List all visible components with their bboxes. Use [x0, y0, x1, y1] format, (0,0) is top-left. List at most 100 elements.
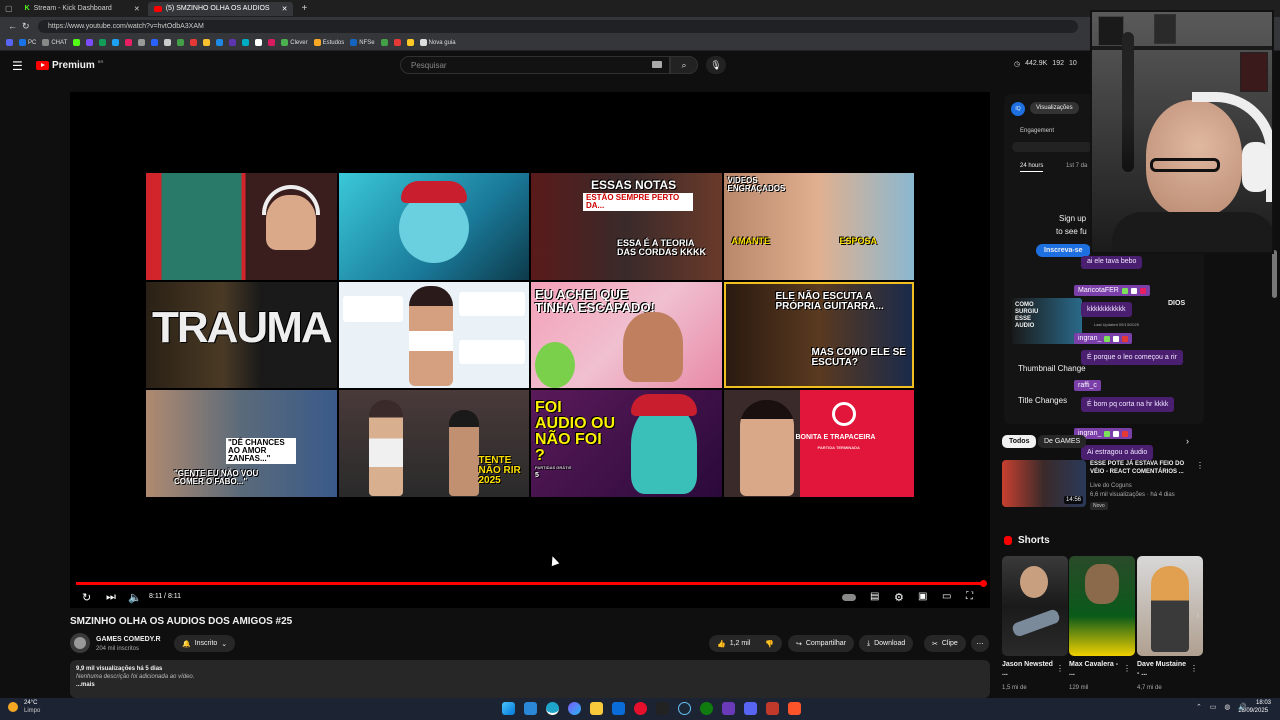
bookmark-icon[interactable]	[164, 39, 172, 46]
video-progress-bar[interactable]	[76, 582, 984, 585]
more-vert-icon[interactable]: ⋮	[1123, 664, 1131, 673]
close-icon[interactable]: ✕	[282, 5, 288, 13]
bookmark-estudos[interactable]: Estudos	[313, 39, 344, 46]
short-title[interactable]: Max Cavalera - ...	[1069, 661, 1121, 679]
fullscreen-icon[interactable]: ⛶	[966, 591, 973, 602]
short-title[interactable]: Jason Newsted ...	[1002, 661, 1054, 679]
channel-name[interactable]: GAMES COMEDY.R	[96, 636, 161, 643]
autoplay-toggle[interactable]	[842, 594, 856, 601]
xbox-icon[interactable]	[700, 702, 713, 715]
weather-icon[interactable]	[8, 702, 18, 712]
edge-icon[interactable]	[546, 702, 559, 715]
bookmark-icon[interactable]	[393, 39, 401, 46]
search-button[interactable]: ⌕	[670, 56, 698, 74]
steam-icon[interactable]	[678, 702, 691, 715]
title-changes[interactable]: Title Changes	[1018, 396, 1067, 405]
like-button[interactable]: 👍 1,2 mil	[709, 635, 759, 652]
bookmark-icon[interactable]	[203, 39, 211, 46]
bookmark-icon[interactable]	[406, 39, 414, 46]
widgets-icon[interactable]	[524, 702, 537, 715]
signup-button[interactable]: Inscreva-se	[1036, 244, 1091, 257]
bookmark-kick-icon[interactable]	[73, 39, 81, 46]
volume-icon[interactable]: 🔈	[128, 591, 142, 604]
window-icon[interactable]: ▢	[5, 4, 13, 13]
thumbnail-changes[interactable]: Thumbnail Change	[1018, 364, 1086, 373]
download-button[interactable]: ⤓ Download	[859, 635, 914, 652]
bookmark-icon[interactable]	[190, 39, 198, 46]
bookmark-pc[interactable]: PC	[19, 39, 36, 46]
taskbar-time[interactable]: 18:03	[1256, 700, 1271, 706]
search-input[interactable]: Pesquisar	[400, 56, 670, 74]
clip-button[interactable]: ✂ Clipe	[924, 635, 966, 652]
folder-icon[interactable]	[590, 702, 603, 715]
mic-button[interactable]: 🎙	[706, 56, 726, 74]
bookmark-icon[interactable]	[268, 39, 276, 46]
bookmark-icon[interactable]	[138, 39, 146, 46]
app-icon[interactable]	[722, 702, 735, 715]
recommended-thumbnail[interactable]: 14:56	[1002, 460, 1086, 507]
chevron-right-icon[interactable]: ›	[1196, 610, 1199, 621]
brave-icon[interactable]	[788, 702, 801, 715]
filter-games[interactable]: De GAMES	[1038, 435, 1087, 448]
dislike-button[interactable]: 👎	[757, 635, 782, 652]
bookmark-icon[interactable]	[242, 39, 250, 46]
discord-icon[interactable]	[744, 702, 757, 715]
bookmark-icon[interactable]	[216, 39, 224, 46]
recommended-channel[interactable]: Live do Coguns	[1090, 483, 1132, 489]
bookmark-nfse[interactable]: NFSe	[350, 39, 375, 46]
more-vert-icon[interactable]: ⋮	[1190, 664, 1198, 673]
more-vert-icon[interactable]: ⋮	[1056, 664, 1064, 673]
settings-icon[interactable]: ⚙	[894, 591, 904, 604]
theater-icon[interactable]: ▭	[942, 591, 951, 602]
bookmark-icon[interactable]	[86, 39, 94, 46]
share-button[interactable]: ↪ Compartilhar	[788, 635, 854, 652]
filter-all[interactable]: Todos	[1002, 435, 1037, 448]
short-card[interactable]	[1137, 556, 1203, 656]
bookmark-clever[interactable]: Clever	[281, 39, 308, 46]
period-24h[interactable]: 24 hours	[1020, 163, 1044, 172]
close-icon[interactable]: ✕	[134, 5, 140, 13]
back-icon[interactable]: ←	[8, 21, 17, 31]
bookmark-icon[interactable]	[99, 39, 107, 46]
start-icon[interactable]	[502, 702, 515, 715]
bookmark-icon[interactable]	[6, 39, 13, 46]
bookmark-icon[interactable]	[255, 39, 263, 46]
progress-scrubber[interactable]	[980, 580, 987, 587]
reload-icon[interactable]: ↻	[22, 21, 30, 32]
short-title[interactable]: Dave Mustaine - ...	[1137, 661, 1189, 679]
url-field[interactable]: https://www.youtube.com/watch?v=hvtOdbA3…	[38, 19, 1078, 33]
bookmark-icon[interactable]	[125, 39, 133, 46]
chevron-right-icon[interactable]: ›	[1186, 436, 1189, 446]
bookmark-icon[interactable]	[112, 39, 120, 46]
description-box[interactable]: 9,9 mil visualizações há 5 dias Nenhuma …	[70, 660, 990, 698]
bookmark-icon[interactable]	[177, 39, 185, 46]
app-icon[interactable]	[766, 702, 779, 715]
mail-icon[interactable]	[612, 702, 625, 715]
subtitles-icon[interactable]: ▤	[870, 591, 879, 602]
opera-icon[interactable]	[634, 702, 647, 715]
menu-icon[interactable]: ☰	[12, 59, 23, 73]
channel-avatar[interactable]	[70, 633, 90, 653]
youtube-logo[interactable]: Premium BR	[36, 59, 103, 71]
recommended-title[interactable]: ESSE POTE JÁ ESTAVA FEIO DO VÉIO - REACT…	[1090, 461, 1190, 477]
short-card[interactable]	[1002, 556, 1068, 656]
miniplayer-icon[interactable]: ▣	[918, 591, 927, 602]
short-card[interactable]	[1069, 556, 1135, 656]
more-link[interactable]: ...mais	[76, 682, 984, 688]
more-vert-icon[interactable]: ⋮	[1196, 461, 1204, 470]
page-scrollbar[interactable]	[1272, 250, 1277, 298]
new-tab-icon[interactable]: +	[301, 3, 307, 14]
next-icon[interactable]: ⏭	[106, 591, 116, 604]
bookmark-nova-guia[interactable]: Nova guia	[419, 39, 456, 46]
copilot-icon[interactable]	[568, 702, 581, 715]
tab-youtube[interactable]: (5) SMZINHO OLHA OS AUDIOS ✕	[147, 1, 294, 16]
bookmark-chat[interactable]: CHAT	[42, 39, 67, 46]
bookmark-icon[interactable]	[151, 39, 159, 46]
subscribed-button[interactable]: 🔔 Inscrito ⌄	[174, 635, 236, 652]
more-actions-button[interactable]: ⋯	[971, 635, 989, 652]
keyboard-icon[interactable]	[652, 61, 662, 68]
bookmark-icon[interactable]	[229, 39, 237, 46]
system-tray[interactable]: ⌃ ▭ ◍ 🔊	[1196, 703, 1250, 711]
tab-kick-dashboard[interactable]: K Stream - Kick Dashboard ✕	[19, 2, 146, 16]
app-icon[interactable]	[656, 702, 669, 715]
